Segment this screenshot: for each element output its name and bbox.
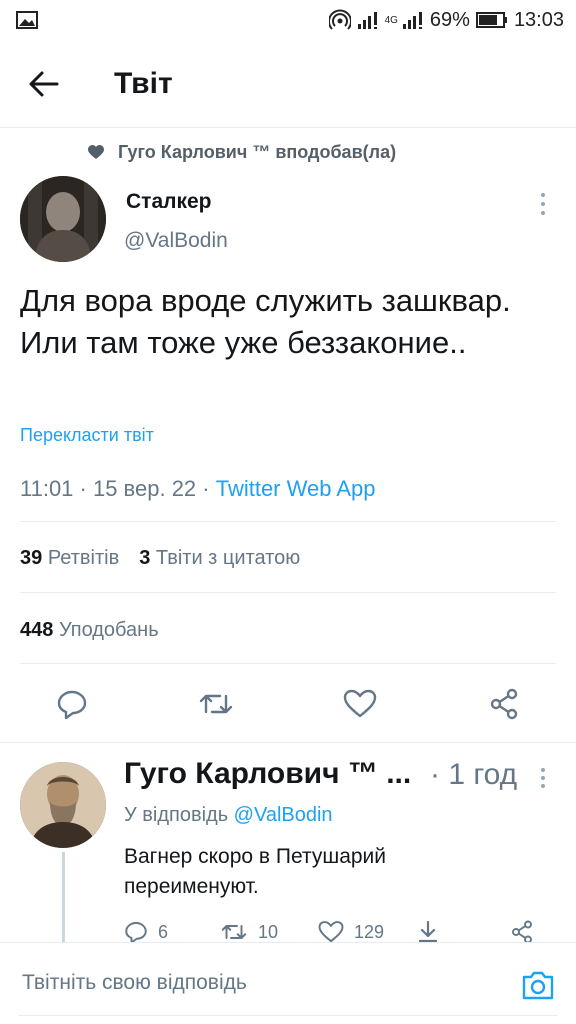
clock: 13:03: [513, 8, 564, 31]
tweet-source-link[interactable]: Twitter Web App: [216, 476, 376, 501]
quotes-count: 3: [139, 547, 151, 569]
reply-text: Вагнер скоро в Петушарий переименуют.: [124, 845, 387, 898]
hotspot-icon: [328, 9, 351, 31]
reply-avatar-image: [20, 762, 106, 848]
share-icon: [512, 920, 532, 944]
likes-stats: 448 Уподобань: [20, 619, 159, 642]
more-vertical-icon: [541, 768, 545, 772]
social-context-label: Гуго Карлович ™ вподобав(ла): [118, 142, 397, 162]
reply-timestamp: · 1 год: [430, 758, 518, 791]
heart-icon: [318, 921, 344, 943]
reply-retweets-count: 10: [258, 921, 279, 942]
signal-icon: [357, 10, 379, 30]
social-context[interactable]: Гуго Карлович ™ вподобав(ла): [88, 142, 396, 163]
more-vertical-icon-dot: [541, 776, 545, 780]
quotes-label: Твіти з цитатою: [155, 547, 301, 569]
share-icon: [490, 688, 518, 720]
reply-button[interactable]: [52, 684, 92, 724]
heart-filled-icon: [88, 145, 104, 159]
tweet-text: Для вора вроде служить зашквар. Или там …: [20, 283, 511, 360]
reply-reply-button[interactable]: 6: [124, 920, 168, 944]
tweet-action-bar: [0, 684, 576, 724]
more-vertical-icon-dot: [541, 784, 545, 788]
author-name[interactable]: Сталкер: [126, 190, 212, 214]
avatar-image: [20, 176, 106, 262]
reply-more-options-button[interactable]: [534, 765, 552, 791]
more-vertical-icon: [541, 193, 545, 197]
retweet-icon: [199, 694, 233, 714]
avatar[interactable]: [20, 176, 106, 262]
input-underline: [18, 1015, 558, 1016]
network-type: 4G: [384, 14, 398, 26]
camera-icon: [522, 971, 554, 1000]
author-handle[interactable]: @ValBodin: [124, 229, 228, 253]
reply-share-button[interactable]: [510, 920, 534, 944]
reply-icon: [57, 690, 87, 720]
camera-button[interactable]: [520, 967, 556, 1003]
reply-author-name[interactable]: Гуго Карлович ™ ...: [124, 757, 411, 791]
divider: [20, 521, 556, 522]
reply-avatar[interactable]: [20, 762, 106, 848]
likes-count: 448: [20, 619, 54, 641]
retweets-count: 39: [20, 547, 43, 569]
battery-percent: 69%: [429, 8, 470, 31]
retweets-label: Ретвітів: [47, 547, 120, 569]
reply-icon: [125, 922, 147, 944]
heart-icon: [343, 689, 377, 718]
download-icon: [418, 920, 438, 943]
like-button[interactable]: [340, 684, 380, 724]
more-vertical-icon-dot: [541, 202, 545, 206]
divider: [20, 663, 556, 664]
more-options-button[interactable]: [534, 190, 552, 218]
battery-icon: [475, 11, 508, 29]
tweet-timestamp: 11:01 · 15 вер. 22 ·: [20, 476, 216, 501]
retweet-button[interactable]: [196, 684, 236, 724]
likes-stat[interactable]: 448 Уподобань: [20, 619, 159, 642]
reply-composer: Твітніть свою відповідь: [0, 942, 576, 1024]
likes-label: Уподобань: [58, 619, 159, 641]
status-bar: 4G 69% 13:03: [0, 0, 576, 40]
section-divider: [0, 742, 576, 743]
signal-icon-2: [402, 10, 424, 30]
tweet-meta: 11:01 · 15 вер. 22 · Twitter Web App: [20, 476, 376, 502]
reply-like-button[interactable]: 129: [318, 920, 384, 944]
retweet-stats: 39 Ретвітів 3 Твіти з цитатою: [20, 547, 300, 570]
reply-likes-count: 129: [354, 921, 385, 942]
reply-download-button[interactable]: [416, 920, 440, 944]
replying-to-label: У відповідь: [124, 804, 234, 826]
thread-line: [62, 852, 65, 944]
retweet-icon: [221, 925, 247, 939]
back-button[interactable]: [18, 58, 70, 110]
arrow-left-icon: [29, 71, 59, 96]
quotes-stat[interactable]: 3 Твіти з цитатою: [139, 547, 300, 570]
share-button[interactable]: [484, 684, 524, 724]
divider: [20, 592, 556, 593]
translate-tweet-link[interactable]: Перекласти твіт: [20, 425, 154, 446]
reply-retweet-button[interactable]: 10: [220, 920, 278, 944]
gallery-notification-icon: [16, 11, 38, 29]
reply-input[interactable]: Твітніть свою відповідь: [22, 971, 247, 995]
reply-replies-count: 6: [158, 921, 169, 942]
retweets-stat[interactable]: 39 Ретвітів: [20, 547, 119, 570]
more-vertical-icon-dot: [541, 211, 545, 215]
page-title: Твіт: [114, 66, 173, 100]
replying-to-mention[interactable]: @ValBodin: [234, 804, 333, 826]
replying-to: У відповідь @ValBodin: [124, 804, 333, 827]
top-app-bar: Твіт: [0, 40, 576, 128]
